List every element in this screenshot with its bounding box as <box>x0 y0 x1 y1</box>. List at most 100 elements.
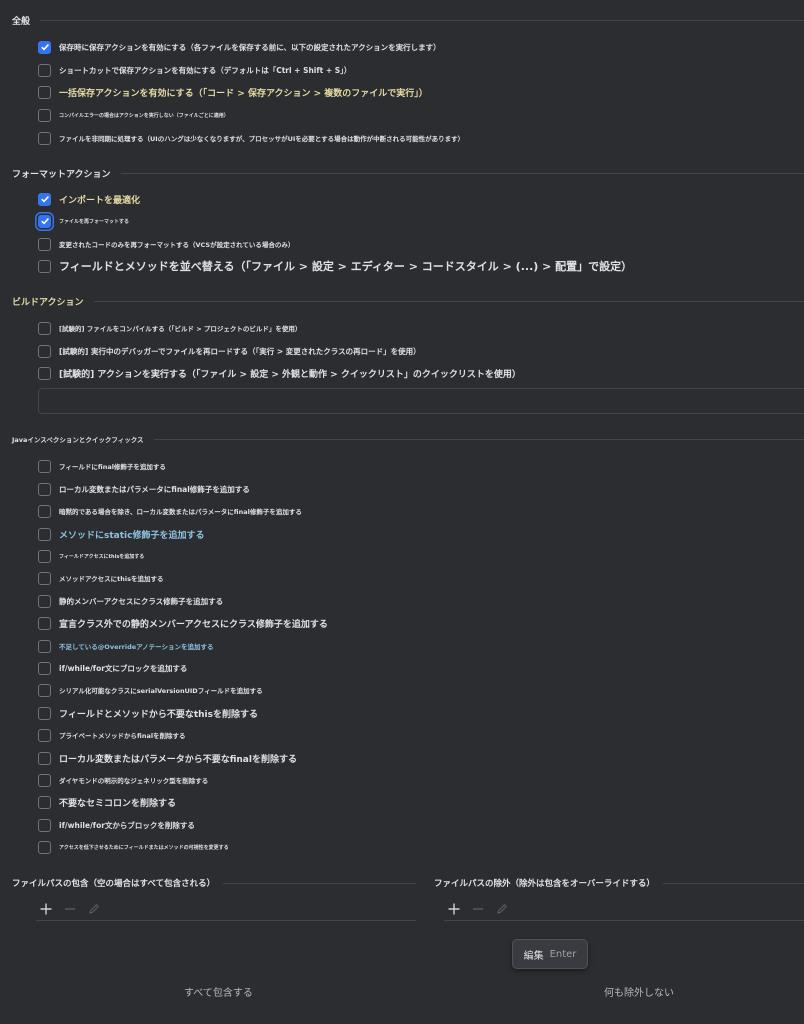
quicklist-input[interactable] <box>38 388 804 414</box>
checkbox-label: 保存時に保存アクションを有効にする（各ファイルを保存する前に、以下の設定されたア… <box>59 42 441 52</box>
checkbox-reload-file[interactable] <box>38 344 51 358</box>
checkbox-row-reload-file[interactable]: [試験的] 実行中のデバッガーでファイルを再ロードする（「実行 > 変更されたク… <box>38 343 421 359</box>
checkbox-optimize-imports[interactable] <box>38 192 51 206</box>
java-row-outside-static-qualifier[interactable]: 宣言クラス外での静的メンバーアクセスにクラス修飾子を追加する <box>38 615 328 631</box>
minus-icon <box>65 908 75 910</box>
checkbox-field-final[interactable] <box>38 459 51 473</box>
checkbox-change-visibility[interactable] <box>38 840 51 854</box>
checkbox-row-no-action-on-compile-errors[interactable]: コンパイルエラーの場合はアクションを実行しない（ファイルごとに適用） <box>38 107 229 123</box>
checkbox-override[interactable] <box>38 639 51 653</box>
checkbox-row-rearrange-fields-methods[interactable]: フィールドとメソッドを並べ替える（「ファイル > 設定 > エディター > コー… <box>38 258 632 274</box>
save-actions-settings-page: 全般 保存時に保存アクションを有効にする（各ファイルを保存する前に、以下の設定さ… <box>0 0 804 1024</box>
java-row-local-final-except-implicit[interactable]: 暗黙的である場合を除き、ローカル変数またはパラメータにfinal修飾子を追加する <box>38 503 302 519</box>
checkbox-rearrange-fields-methods[interactable] <box>38 259 51 273</box>
java-row-remove-local-final[interactable]: ローカル変数またはパラメータから不要なfinalを削除する <box>38 750 297 766</box>
section-general-header: 全般 <box>12 12 804 28</box>
java-row-remove-private-final[interactable]: プライベートメソッドからfinalを削除する <box>38 727 186 743</box>
java-row-override[interactable]: 不足している@Overrideアノテーションを追加する <box>38 638 213 654</box>
section-java-header: Javaインスペクションとクイックフィックス <box>12 431 804 447</box>
checkbox-label: 一括保存アクションを有効にする（「コード > 保存アクション > 複数のファイル… <box>59 88 428 99</box>
checkbox-label: フィールドとメソッドを並べ替える（「ファイル > 設定 > エディター > コー… <box>59 260 633 273</box>
checkbox-local-final-except-implicit[interactable] <box>38 504 51 518</box>
edit-tooltip: 編集 Enter <box>512 939 588 969</box>
checkbox-reformat-changed-code[interactable] <box>38 237 51 251</box>
checkbox-compile-file[interactable] <box>38 321 51 335</box>
checkbox-label: ショートカットで保存アクションを有効にする（デフォルトは「Ctrl + Shif… <box>59 65 352 75</box>
checkbox-reformat-file[interactable] <box>38 214 51 228</box>
java-row-static-method[interactable]: メソッドにstatic修飾子を追加する <box>38 526 204 542</box>
checkbox-remove-semicolon[interactable] <box>38 795 51 809</box>
checkbox-serial-version[interactable] <box>38 683 51 697</box>
checkbox-row-execute-quicklist[interactable]: [試験的] アクションを実行する（「ファイル > 設定 > 外観と動作 > クイ… <box>38 365 521 381</box>
java-row-field-final[interactable]: フィールドにfinal修飾子を追加する <box>38 458 166 474</box>
checkbox-async-processing[interactable] <box>38 131 51 145</box>
exclude-empty-text: 何も除外しない <box>604 988 674 999</box>
include-remove-button[interactable] <box>60 899 80 919</box>
checkbox-row-async-processing[interactable]: ファイルを非同期に処理する（UIのハングは少なくなりますが、プロセッサがUIを必… <box>38 130 464 146</box>
checkbox-label: [試験的] アクションを実行する（「ファイル > 設定 > 外観と動作 > クイ… <box>59 369 521 380</box>
checkbox-remove-diamond[interactable] <box>38 773 51 787</box>
checkbox-label: コンパイルエラーの場合はアクションを実行しない（ファイルごとに適用） <box>59 112 229 119</box>
checkbox-remove-this[interactable] <box>38 706 51 720</box>
pencil-icon <box>89 904 99 914</box>
java-row-field-this[interactable]: フィールドアクセスにthisを追加する <box>38 548 144 564</box>
exclude-remove-button[interactable] <box>468 899 488 919</box>
java-row-local-final[interactable]: ローカル変数またはパラメータにfinal修飾子を追加する <box>38 481 250 497</box>
java-row-change-visibility[interactable]: アクセスを低下させるためにフィールドまたはメソッドの可視性を変更する <box>38 839 229 855</box>
checkbox-activate-on-save[interactable] <box>38 40 51 54</box>
exclude-edit-button[interactable] <box>492 899 512 919</box>
checkbox-row-batch-mode[interactable]: 一括保存アクションを有効にする（「コード > 保存アクション > 複数のファイル… <box>38 84 428 100</box>
include-edit-button[interactable] <box>84 899 104 919</box>
java-row-serial-version[interactable]: シリアル化可能なクラスにserialVersionUIDフィールドを追加する <box>38 682 263 698</box>
exclude-list-separator <box>444 920 804 921</box>
tooltip-action: 編集 <box>523 950 544 962</box>
java-row-remove-this[interactable]: フィールドとメソッドから不要なthisを削除する <box>38 705 258 721</box>
section-general-title: 全般 <box>12 16 31 27</box>
checkbox-static-method[interactable] <box>38 527 51 541</box>
include-add-button[interactable] <box>36 899 56 919</box>
section-divider <box>153 438 804 440</box>
checkbox-execute-quicklist[interactable] <box>38 366 51 380</box>
checkbox-outside-static-qualifier[interactable] <box>38 616 51 630</box>
checkbox-field-this[interactable] <box>38 549 51 563</box>
section-format-header: フォーマットアクション <box>12 165 804 181</box>
checkbox-row-activate-on-save[interactable]: 保存時に保存アクションを有効にする（各ファイルを保存する前に、以下の設定されたア… <box>38 39 441 55</box>
java-row-static-qualifier[interactable]: 静的メンバーアクセスにクラス修飾子を追加する <box>38 593 223 609</box>
checkbox-remove-local-final[interactable] <box>38 751 51 765</box>
checkbox-no-action-on-compile-errors[interactable] <box>38 108 51 122</box>
checkmark-icon <box>40 196 49 203</box>
exclude-add-button[interactable] <box>444 899 464 919</box>
java-row-method-this[interactable]: メソッドアクセスにthisを追加する <box>38 570 164 586</box>
checkbox-label: メソッドにstatic修飾子を追加する <box>59 530 205 541</box>
checkbox-label: フィールドにfinal修飾子を追加する <box>59 463 166 471</box>
java-row-remove-blocks[interactable]: if/while/for文からブロックを削除する <box>38 817 195 833</box>
section-build-title: ビルドアクション <box>12 297 84 308</box>
checkbox-row-compile-file[interactable]: [試験的] ファイルをコンパイルする（「ビルド > プロジェクトのビルド」を使用… <box>38 320 301 336</box>
checkbox-activate-on-shortcut[interactable] <box>38 63 51 77</box>
section-format-title: フォーマットアクション <box>12 169 111 180</box>
java-row-remove-semicolon[interactable]: 不要なセミコロンを削除する <box>38 794 176 810</box>
checkbox-row-reformat-changed-code[interactable]: 変更されたコードのみを再フォーマットする（VCSが設定されている場合のみ） <box>38 236 294 252</box>
checkbox-method-this[interactable] <box>38 571 51 585</box>
panel-divider <box>223 882 416 884</box>
checkbox-label: 暗黙的である場合を除き、ローカル変数またはパラメータにfinal修飾子を追加する <box>59 508 302 516</box>
java-row-remove-diamond[interactable]: ダイヤモンドの明示的なジェネリック型を削除する <box>38 772 208 788</box>
checkbox-remove-private-final[interactable] <box>38 728 51 742</box>
checkbox-label: ダイヤモンドの明示的なジェネリック型を削除する <box>59 777 209 785</box>
checkbox-add-blocks[interactable] <box>38 661 51 675</box>
exclude-panel-title-text: ファイルパスの除外（除外は包含をオーバーライドする） <box>434 879 655 889</box>
checkbox-row-activate-on-shortcut[interactable]: ショートカットで保存アクションを有効にする（デフォルトは「Ctrl + Shif… <box>38 62 351 78</box>
checkbox-remove-blocks[interactable] <box>38 818 51 832</box>
checkbox-row-optimize-imports[interactable]: インポートを最適化 <box>38 191 140 207</box>
checkbox-label: 静的メンバーアクセスにクラス修飾子を追加する <box>59 596 224 606</box>
checkbox-batch-mode[interactable] <box>38 85 51 99</box>
plus-icon <box>448 903 460 915</box>
checkbox-label: ローカル変数またはパラメータから不要なfinalを削除する <box>59 754 297 765</box>
checkbox-label: [試験的] 実行中のデバッガーでファイルを再ロードする（「実行 > 変更されたク… <box>59 346 421 356</box>
checkbox-local-final[interactable] <box>38 482 51 496</box>
checkbox-static-qualifier[interactable] <box>38 594 51 608</box>
checkbox-label: フィールドアクセスにthisを追加する <box>59 553 145 560</box>
checkbox-label: フィールドとメソッドから不要なthisを削除する <box>59 709 258 720</box>
java-row-add-blocks[interactable]: if/while/for文にブロックを追加する <box>38 660 187 676</box>
checkbox-row-reformat-file[interactable]: ファイルを再フォーマットする <box>38 213 129 229</box>
